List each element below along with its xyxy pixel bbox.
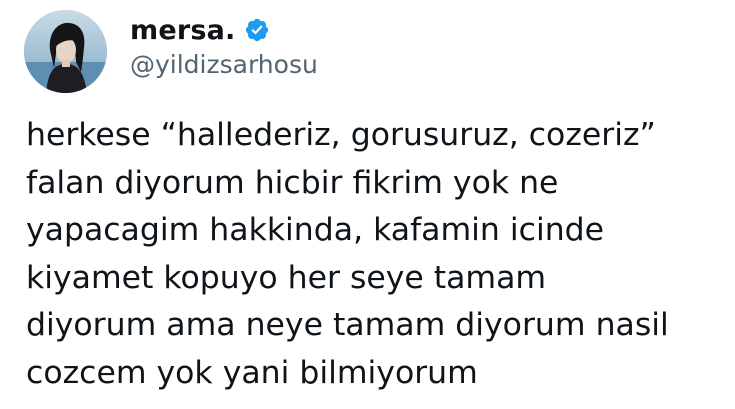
- tweet-text-line: herkese “hallederiz, gorusuruz, cozeriz”: [26, 117, 656, 153]
- tweet-text-line: diyorum ama neye tamam diyorum nasil: [26, 307, 669, 343]
- name-row: mersa.: [130, 10, 270, 50]
- tweet-card: mersa. @yildizsarhosu herkese “hallederi…: [0, 0, 735, 409]
- tweet-text-line: cozcem yok yani bilmiyorum: [26, 354, 478, 391]
- tweet-text-line: kiyamet kopuyo her seye tamam: [26, 259, 547, 296]
- display-name[interactable]: mersa.: [130, 15, 236, 46]
- avatar[interactable]: [24, 10, 107, 93]
- tweet-text: herkese “hallederiz, gorusuruz, cozeriz”…: [26, 112, 726, 397]
- tweet-text-line: yapacagim hakkinda, kafamin icinde: [26, 212, 605, 248]
- verified-badge-icon: [244, 17, 270, 43]
- user-handle[interactable]: @yildizsarhosu: [130, 50, 318, 79]
- tweet-text-line: falan diyorum hicbir fikrim yok ne: [26, 164, 559, 201]
